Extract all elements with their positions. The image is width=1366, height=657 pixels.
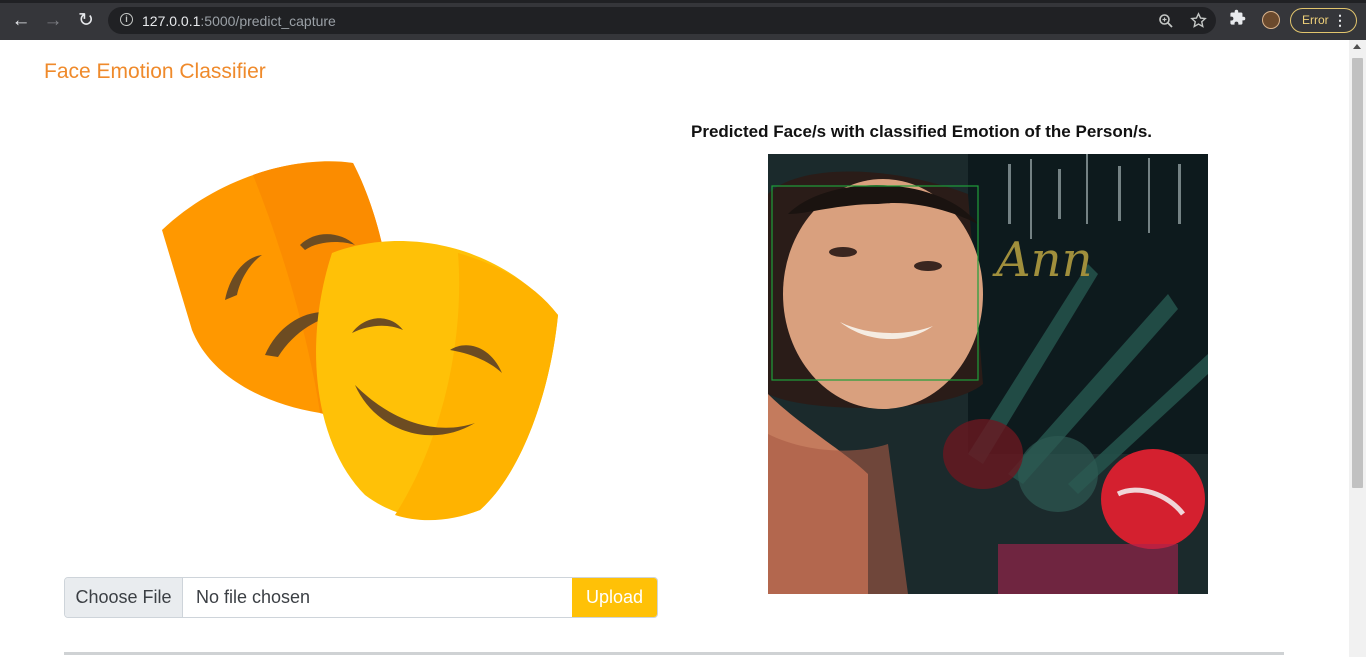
scroll-up-icon[interactable] <box>1353 44 1361 49</box>
error-label: Error <box>1302 13 1329 27</box>
url-host: 127.0.0.1 <box>142 13 201 29</box>
scrollbar[interactable] <box>1349 40 1366 657</box>
upload-button[interactable]: Upload <box>572 578 657 617</box>
page-divider <box>64 652 1284 655</box>
url-path: :5000/predict_capture <box>200 13 336 29</box>
extensions-icon[interactable] <box>1229 9 1246 26</box>
profile-error-button[interactable]: Error ⋮ <box>1290 8 1357 33</box>
upload-form: Choose File No file chosen Upload <box>64 577 658 618</box>
theater-masks-icon <box>162 161 558 521</box>
forward-icon[interactable]: → <box>41 9 65 33</box>
url-text[interactable]: 127.0.0.1:5000/predict_capture <box>142 13 336 29</box>
predicted-face-image: Ann <box>768 154 1208 594</box>
banner-letters: Ann <box>992 232 1093 288</box>
choose-file-button[interactable]: Choose File <box>65 578 183 617</box>
address-bar[interactable]: i 127.0.0.1:5000/predict_capture <box>108 7 1216 34</box>
back-icon[interactable]: ← <box>9 9 33 33</box>
avatar[interactable] <box>1262 11 1280 29</box>
browser-toolbar: ← → ↻ i 127.0.0.1:5000/predict_capture E… <box>0 0 1366 40</box>
result-heading: Predicted Face/s with classified Emotion… <box>691 122 1153 141</box>
navbar-brand[interactable]: Face Emotion Classifier <box>44 60 266 84</box>
star-icon[interactable] <box>1190 12 1207 29</box>
scroll-thumb[interactable] <box>1352 58 1363 488</box>
tab-strip <box>0 0 1366 3</box>
menu-dots-icon[interactable]: ⋮ <box>1333 9 1347 32</box>
info-icon[interactable]: i <box>120 13 133 26</box>
zoom-icon[interactable] <box>1158 13 1174 29</box>
file-status-text: No file chosen <box>196 587 311 607</box>
reload-icon[interactable]: ↻ <box>74 9 98 33</box>
